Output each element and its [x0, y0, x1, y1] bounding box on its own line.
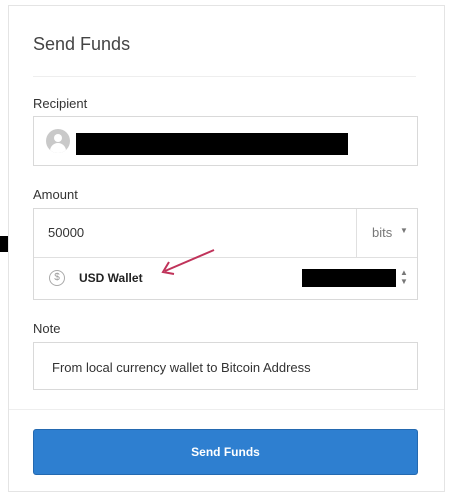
amount-label: Amount — [33, 187, 78, 202]
send-funds-card: Send Funds Recipient Amount 50000 bits ▼… — [8, 5, 445, 492]
redacted-edge-mark — [0, 236, 8, 252]
amount-input[interactable]: 50000 — [48, 225, 84, 240]
amount-group: 50000 bits ▼ $ USD Wallet ▲ ▼ — [33, 208, 418, 300]
unit-separator — [356, 209, 357, 257]
recipient-label: Recipient — [33, 96, 88, 111]
header-divider — [33, 76, 416, 77]
caret-down-icon[interactable]: ▼ — [400, 226, 408, 235]
caret-updown-icon[interactable]: ▲ ▼ — [400, 268, 408, 286]
dialog-title: Send Funds — [33, 34, 131, 54]
redacted-balance — [302, 269, 396, 287]
unit-selector[interactable]: bits — [372, 225, 392, 240]
amount-row: 50000 bits ▼ — [34, 209, 417, 258]
note-field[interactable]: From local currency wallet to Bitcoin Ad… — [33, 342, 418, 390]
wallet-selector[interactable]: $ USD Wallet ▲ ▼ — [34, 257, 417, 301]
annotation-arrow-icon — [161, 249, 215, 275]
note-value: From local currency wallet to Bitcoin Ad… — [52, 360, 311, 375]
recipient-field[interactable] — [33, 116, 418, 166]
wallet-label: USD Wallet — [79, 271, 143, 285]
footer-divider — [9, 409, 444, 410]
dollar-circle-icon: $ — [49, 270, 65, 286]
note-label: Note — [33, 321, 61, 336]
send-funds-button[interactable]: Send Funds — [33, 429, 418, 475]
user-avatar-icon — [46, 129, 70, 153]
redacted-recipient — [76, 133, 348, 155]
